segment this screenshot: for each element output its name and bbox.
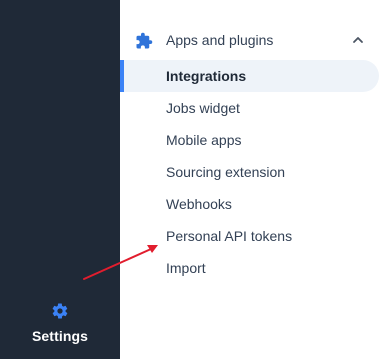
menu-item-label: Integrations bbox=[166, 68, 247, 84]
menu-item-integrations[interactable]: Integrations bbox=[120, 60, 379, 92]
menu-item-import[interactable]: Import bbox=[120, 252, 382, 284]
menu-item-personal-api-tokens[interactable]: Personal API tokens bbox=[120, 220, 382, 252]
menu-item-label: Import bbox=[166, 260, 206, 276]
menu-item-label: Sourcing extension bbox=[166, 164, 286, 180]
apps-plugins-menu: Integrations Jobs widget Mobile apps Sou… bbox=[120, 60, 382, 284]
chevron-up-icon[interactable] bbox=[352, 35, 364, 45]
menu-item-mobile-apps[interactable]: Mobile apps bbox=[120, 124, 382, 156]
puzzle-icon bbox=[136, 32, 153, 49]
menu-item-sourcing-extension[interactable]: Sourcing extension bbox=[120, 156, 382, 188]
settings-nav-button[interactable]: Settings bbox=[0, 294, 120, 354]
apps-and-plugins-header[interactable]: Apps and plugins bbox=[120, 24, 382, 58]
menu-item-label: Mobile apps bbox=[166, 132, 242, 148]
menu-item-label: Personal API tokens bbox=[166, 228, 293, 244]
settings-screen: Settings Apps and plugins Integrations J… bbox=[0, 0, 382, 359]
gear-icon bbox=[52, 303, 68, 319]
settings-label: Settings bbox=[31, 328, 89, 344]
menu-item-webhooks[interactable]: Webhooks bbox=[120, 188, 382, 220]
section-title: Apps and plugins bbox=[166, 32, 274, 48]
settings-menu-panel: Apps and plugins Integrations Jobs widge… bbox=[120, 0, 382, 359]
menu-item-jobs-widget[interactable]: Jobs widget bbox=[120, 92, 382, 124]
menu-item-label: Jobs widget bbox=[166, 100, 240, 116]
left-rail: Settings bbox=[0, 0, 120, 359]
menu-item-label: Webhooks bbox=[166, 196, 232, 212]
